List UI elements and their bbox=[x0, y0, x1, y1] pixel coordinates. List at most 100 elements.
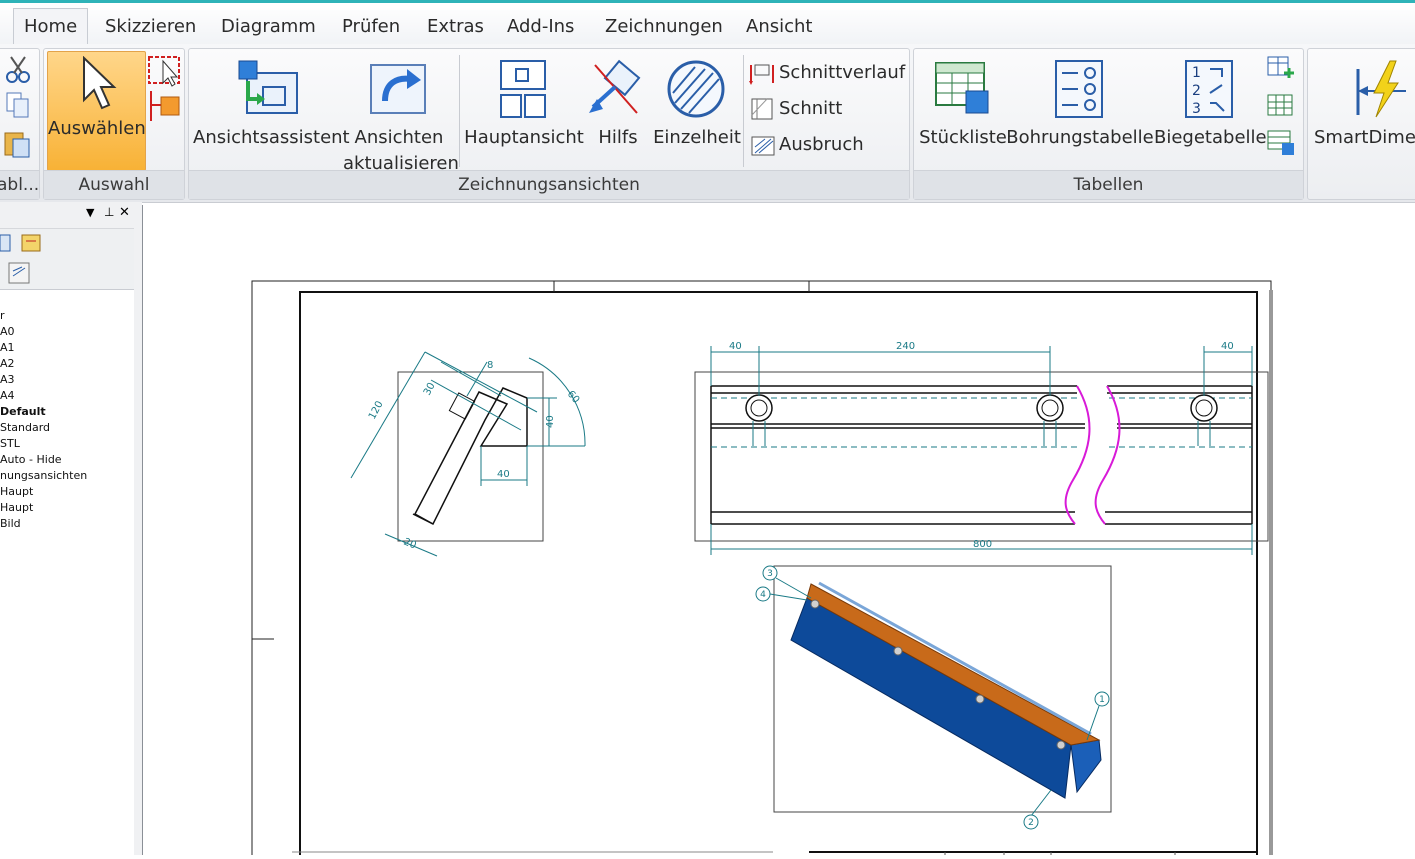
list-item[interactable]: Haupt bbox=[0, 500, 87, 516]
group-separator bbox=[459, 55, 460, 167]
list-item[interactable]: Standard bbox=[0, 420, 87, 436]
update-views-button[interactable]: Ansichten aktualisieren bbox=[343, 59, 459, 174]
tab-skizzieren[interactable]: Skizzieren bbox=[105, 9, 196, 45]
pointer-arrow-icon bbox=[83, 56, 117, 110]
tables-group: Stückliste Bohrungstabelle 1 2 3 Biegeta… bbox=[913, 48, 1304, 200]
front-view[interactable]: 40 240 40 800 bbox=[694, 341, 1269, 555]
list-item[interactable]: STL bbox=[0, 436, 87, 452]
panel-splitter[interactable] bbox=[134, 202, 142, 855]
main-view-icon bbox=[500, 60, 546, 118]
dim-label: 800 bbox=[973, 539, 992, 550]
properties-icon[interactable] bbox=[20, 233, 44, 253]
svg-text:1: 1 bbox=[1192, 65, 1201, 81]
detail-view-icon bbox=[667, 60, 725, 118]
parts-list-button[interactable]: Stückliste bbox=[918, 59, 1008, 169]
list-item[interactable]: Bild bbox=[0, 516, 87, 532]
view-wizard-label: Ansichtsassistent bbox=[193, 127, 350, 148]
sheet-frame bbox=[299, 291, 1258, 859]
clipboard-group-label: abl... bbox=[0, 170, 39, 199]
section-line-label: Schnittverlauf bbox=[779, 62, 906, 83]
list-item[interactable]: A0 bbox=[0, 324, 87, 340]
list-item[interactable]: Default bbox=[0, 404, 87, 420]
ribbon: abl... Auswählen Auswahl Ansichtsassiste… bbox=[0, 44, 1415, 203]
drawing-views-group-label: Zeichnungsansichten bbox=[189, 170, 909, 199]
paste-icon[interactable] bbox=[1, 127, 33, 159]
detail-view-button[interactable]: Einzelheit bbox=[651, 59, 743, 169]
dim-label: 8 bbox=[487, 360, 493, 371]
pathfinder-panel: ▼ ⊥ ✕ r A0 A1 A2 A3 A4 Default Standard … bbox=[0, 202, 135, 855]
list-item[interactable]: A1 bbox=[0, 340, 87, 356]
breakout-label: Ausbruch bbox=[779, 134, 864, 155]
list-item[interactable]: A3 bbox=[0, 372, 87, 388]
view-wizard-icon bbox=[238, 60, 298, 114]
hole-table-button[interactable]: Bohrungstabelle bbox=[1006, 59, 1154, 169]
tree-view-icon[interactable] bbox=[0, 233, 14, 253]
side-view[interactable]: 120 30 8 40 40 20 60 bbox=[350, 351, 586, 557]
isometric-view[interactable]: 3 4 1 2 bbox=[755, 565, 1112, 830]
view-wizard-button[interactable]: Ansichtsassistent bbox=[193, 59, 350, 169]
revision-table-icon[interactable] bbox=[1266, 127, 1296, 157]
parts-list-icon bbox=[935, 62, 989, 114]
select-button[interactable]: Auswählen bbox=[47, 51, 146, 171]
group-separator-2 bbox=[743, 55, 744, 167]
list-item[interactable]: A2 bbox=[0, 356, 87, 372]
tab-home[interactable]: Home bbox=[13, 8, 89, 47]
select-button-label: Auswählen bbox=[48, 118, 146, 139]
update-views-label-line1: Ansichten bbox=[354, 127, 444, 148]
dim-label: 60 bbox=[565, 389, 582, 406]
section-line-icon bbox=[749, 64, 774, 85]
cut-icon[interactable] bbox=[3, 55, 33, 85]
section-line-button[interactable]: Schnittverlauf bbox=[749, 59, 905, 87]
svg-text:3: 3 bbox=[1192, 101, 1201, 117]
dim-label: 20 bbox=[402, 537, 418, 552]
panel-header: ▼ ⊥ ✕ bbox=[0, 202, 134, 229]
auxiliary-view-button[interactable]: Hilfs bbox=[583, 59, 653, 169]
smart-dimension-icon bbox=[1356, 60, 1406, 118]
sheet-outer-border bbox=[251, 280, 1272, 859]
breakout-view-icon bbox=[751, 136, 775, 156]
select-window-icon[interactable] bbox=[147, 53, 183, 87]
dim-label: 40 bbox=[1221, 341, 1234, 352]
balloon-label: 4 bbox=[760, 590, 766, 600]
general-table-icon[interactable] bbox=[1266, 91, 1296, 121]
drawing-canvas[interactable]: 120 30 8 40 40 20 60 40 240 40 800 3 4 1… bbox=[142, 205, 1415, 859]
section-view-icon bbox=[751, 98, 773, 120]
copy-icon[interactable] bbox=[5, 91, 33, 119]
panel-toolbar bbox=[0, 229, 134, 290]
pin-icon[interactable]: ⊥ bbox=[104, 205, 114, 219]
tab-pruefen[interactable]: Prüfen bbox=[342, 9, 400, 45]
clipboard-group: abl... bbox=[0, 48, 40, 200]
drawing-views-group: Ansichtsassistent Ansichten aktualisiere… bbox=[188, 48, 910, 200]
balloon-label: 3 bbox=[767, 569, 773, 579]
close-icon[interactable]: ✕ bbox=[119, 205, 130, 220]
tab-extras[interactable]: Extras bbox=[427, 9, 484, 45]
breakout-button[interactable]: Ausbruch bbox=[749, 131, 864, 159]
tab-diagramm[interactable]: Diagramm bbox=[221, 9, 316, 45]
list-item[interactable]: r bbox=[0, 308, 87, 324]
section-button[interactable]: Schnitt bbox=[749, 95, 842, 123]
list-item[interactable]: nungsansichten bbox=[0, 468, 87, 484]
balloon-label: 1 bbox=[1099, 695, 1105, 705]
bend-table-button[interactable]: 1 2 3 Biegetabelle bbox=[1154, 59, 1267, 169]
detail-view-label: Einzelheit bbox=[653, 127, 741, 148]
list-item[interactable]: Haupt bbox=[0, 484, 87, 500]
main-view-button[interactable]: Hauptansicht bbox=[463, 59, 585, 169]
table-add-icon[interactable] bbox=[1266, 55, 1296, 85]
auxiliary-view-label: Hilfs bbox=[598, 127, 638, 148]
dim-label: 240 bbox=[896, 341, 915, 352]
smart-dimension-button[interactable]: SmartDimen bbox=[1312, 59, 1415, 169]
list-item[interactable]: A4 bbox=[0, 388, 87, 404]
bend-table-icon: 1 2 3 bbox=[1185, 60, 1233, 118]
dim-label: 40 bbox=[545, 415, 556, 428]
panel-menu-icon[interactable]: ▼ bbox=[86, 206, 94, 219]
dimension-group: SmartDimen bbox=[1307, 48, 1415, 200]
select-box-icon[interactable] bbox=[147, 89, 183, 123]
tab-zeichnungen[interactable]: Zeichnungen bbox=[605, 9, 723, 45]
filter-icon[interactable] bbox=[8, 262, 30, 284]
smart-dimension-label: SmartDimen bbox=[1314, 127, 1415, 148]
list-item[interactable]: Auto - Hide bbox=[0, 452, 87, 468]
tab-add-ins[interactable]: Add-Ins bbox=[507, 9, 574, 45]
dim-label: 40 bbox=[497, 469, 510, 480]
tree-list: r A0 A1 A2 A3 A4 Default Standard STL Au… bbox=[0, 308, 87, 532]
tab-ansicht[interactable]: Ansicht bbox=[746, 9, 812, 45]
